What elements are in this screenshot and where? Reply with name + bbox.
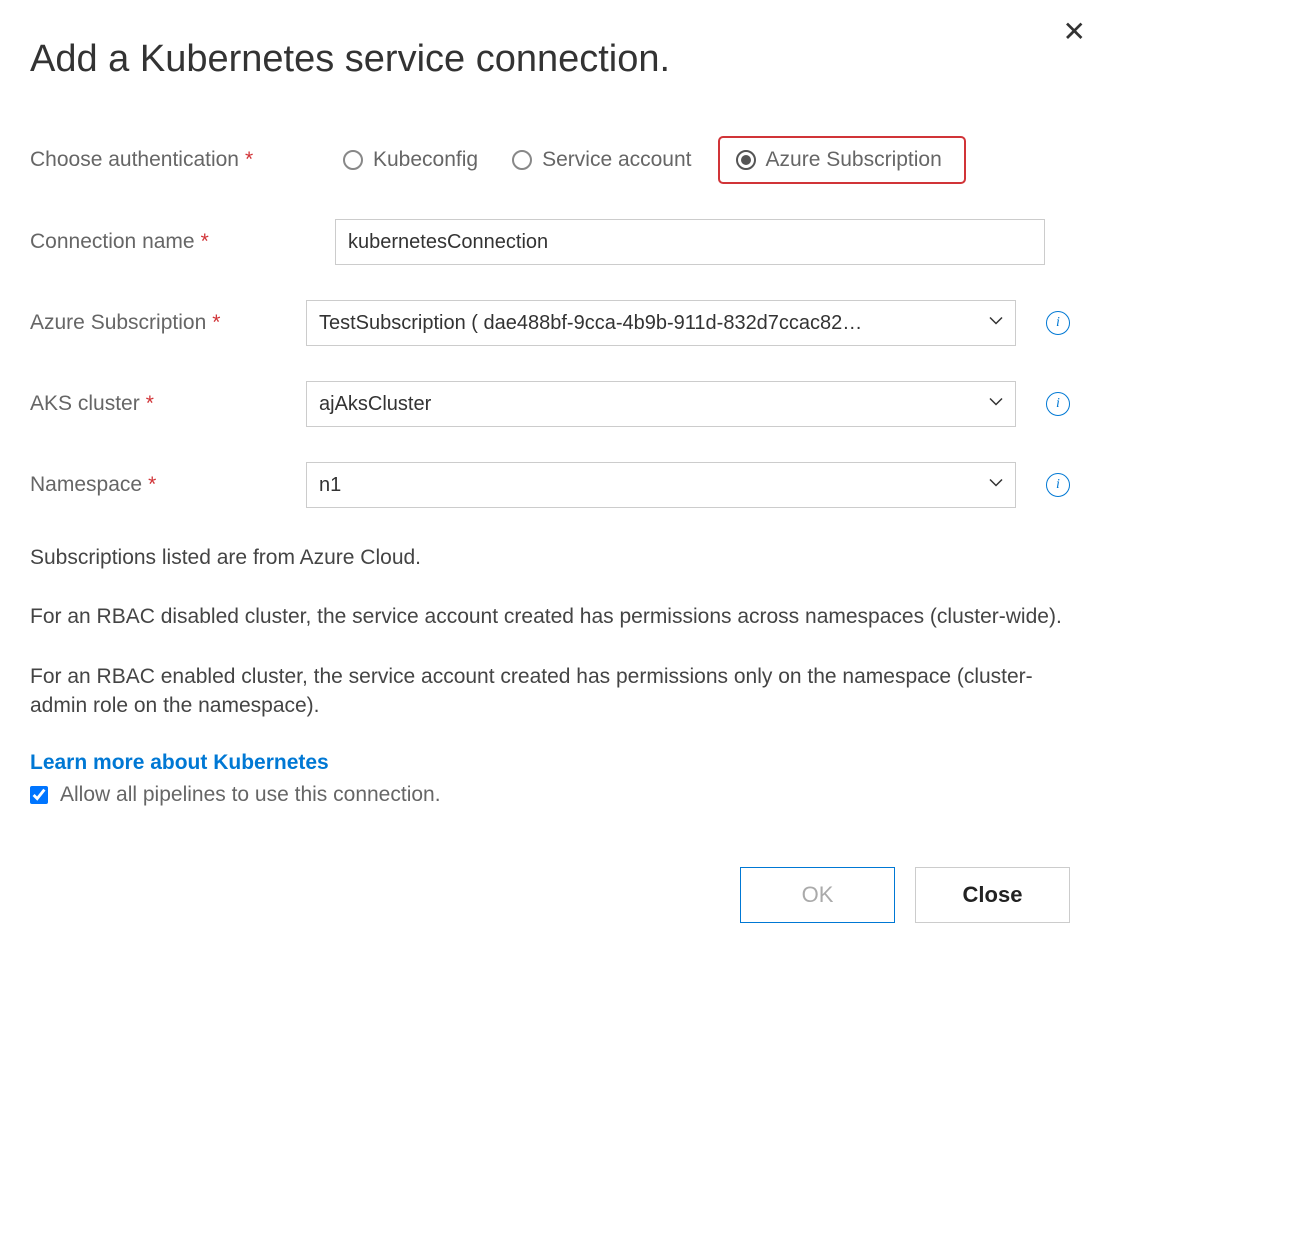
close-icon[interactable]: ✕ — [1057, 12, 1092, 52]
azure-subscription-value: TestSubscription ( dae488bf-9cca-4b9b-91… — [306, 300, 1016, 346]
radio-circle-icon — [512, 150, 532, 170]
namespace-select[interactable]: n1 — [306, 462, 1016, 508]
radio-service-account-label: Service account — [542, 148, 691, 172]
info-icon[interactable]: i — [1046, 392, 1070, 416]
aks-cluster-value: ajAksCluster — [306, 381, 1016, 427]
label-azure-subscription: Azure Subscription * — [30, 311, 306, 335]
required-mark: * — [148, 473, 156, 497]
label-authentication: Choose authentication * — [30, 148, 335, 172]
azure-subscription-select[interactable]: TestSubscription ( dae488bf-9cca-4b9b-91… — [306, 300, 1016, 346]
dialog-container: ✕ Add a Kubernetes service connection. C… — [0, 0, 1100, 953]
button-row: OK Close — [30, 867, 1070, 923]
required-mark: * — [212, 311, 220, 335]
required-mark: * — [201, 230, 209, 254]
label-namespace-text: Namespace — [30, 473, 142, 497]
auth-radio-group: Kubeconfig Service account Azure Subscri… — [335, 136, 1070, 184]
label-connection-name-text: Connection name — [30, 230, 195, 254]
label-azure-subscription-text: Azure Subscription — [30, 311, 206, 335]
info-icon[interactable]: i — [1046, 473, 1070, 497]
label-aks-cluster-text: AKS cluster — [30, 392, 140, 416]
label-namespace: Namespace * — [30, 473, 306, 497]
connection-name-input[interactable] — [335, 219, 1045, 265]
allow-pipelines-checkbox[interactable] — [30, 786, 48, 804]
row-azure-subscription: Azure Subscription * TestSubscription ( … — [30, 300, 1070, 346]
label-authentication-text: Choose authentication — [30, 148, 239, 172]
learn-more-link[interactable]: Learn more about Kubernetes — [30, 751, 329, 775]
row-authentication: Choose authentication * Kubeconfig Servi… — [30, 136, 1070, 184]
label-aks-cluster: AKS cluster * — [30, 392, 306, 416]
row-connection-name: Connection name * — [30, 219, 1070, 265]
radio-circle-icon — [736, 150, 756, 170]
radio-service-account[interactable]: Service account — [504, 144, 699, 176]
row-aks-cluster: AKS cluster * ajAksCluster i — [30, 381, 1070, 427]
radio-kubeconfig[interactable]: Kubeconfig — [335, 144, 486, 176]
dialog-title: Add a Kubernetes service connection. — [30, 38, 1070, 81]
row-namespace: Namespace * n1 i — [30, 462, 1070, 508]
radio-kubeconfig-label: Kubeconfig — [373, 148, 478, 172]
info-icon[interactable]: i — [1046, 311, 1070, 335]
label-connection-name: Connection name * — [30, 230, 335, 254]
required-mark: * — [245, 148, 253, 172]
description-p2: For an RBAC disabled cluster, the servic… — [30, 602, 1070, 631]
radio-azure-subscription-label: Azure Subscription — [766, 148, 942, 172]
description-p1: Subscriptions listed are from Azure Clou… — [30, 543, 1070, 572]
radio-azure-subscription[interactable]: Azure Subscription — [728, 144, 950, 176]
radio-circle-icon — [343, 150, 363, 170]
allow-pipelines-row: Allow all pipelines to use this connecti… — [30, 783, 1070, 807]
close-button[interactable]: Close — [915, 867, 1070, 923]
allow-pipelines-label: Allow all pipelines to use this connecti… — [60, 783, 441, 807]
ok-button[interactable]: OK — [740, 867, 895, 923]
namespace-value: n1 — [306, 462, 1016, 508]
aks-cluster-select[interactable]: ajAksCluster — [306, 381, 1016, 427]
highlight-azure-subscription: Azure Subscription — [718, 136, 966, 184]
description-block: Subscriptions listed are from Azure Clou… — [30, 543, 1070, 807]
required-mark: * — [146, 392, 154, 416]
description-p3: For an RBAC enabled cluster, the service… — [30, 662, 1070, 721]
